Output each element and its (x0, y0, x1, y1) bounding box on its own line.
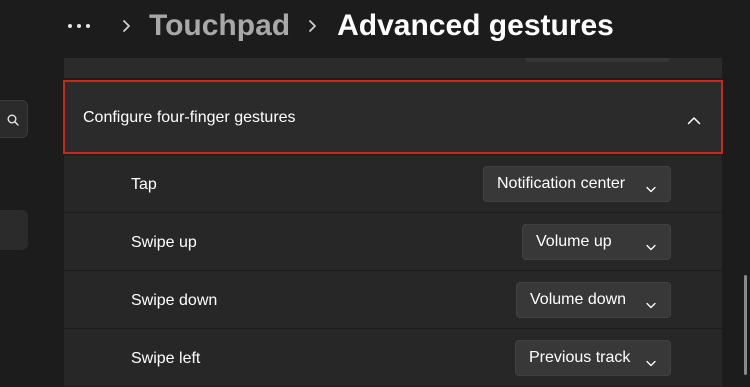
scrollbar-thumb[interactable] (744, 275, 747, 375)
gesture-row-swipe-up: Swipe up Volume up (64, 213, 722, 270)
more-horizontal-icon[interactable] (64, 20, 94, 32)
breadcrumb-touchpad-link[interactable]: Touchpad (149, 9, 290, 43)
dropdown-value: Previous track (529, 349, 631, 366)
dropdown-value: Volume down (530, 291, 627, 308)
chevron-right-icon (122, 19, 131, 33)
dropdown-value: Notification center (497, 175, 626, 192)
chevron-up-icon[interactable] (687, 112, 701, 130)
search-icon (7, 114, 19, 126)
swipe-down-action-dropdown[interactable]: Volume down (516, 282, 671, 318)
dropdown-value: Volume up (536, 233, 612, 250)
sidebar-search-button[interactable] (0, 100, 28, 138)
gesture-row-swipe-down: Swipe down Volume down (64, 271, 722, 328)
previous-card-control[interactable] (525, 58, 670, 62)
breadcrumb: Touchpad Advanced gestures (64, 0, 614, 52)
four-finger-gestures-expander[interactable]: Configure four-finger gestures (63, 80, 723, 154)
swipe-left-action-dropdown[interactable]: Previous track (515, 340, 671, 376)
gesture-label: Tap (131, 176, 157, 193)
chevron-down-icon (646, 180, 656, 198)
expander-title: Configure four-finger gestures (83, 109, 296, 126)
gesture-label: Swipe left (131, 350, 201, 367)
gesture-label: Swipe up (131, 234, 197, 251)
gesture-label: Swipe down (131, 292, 218, 309)
tap-action-dropdown[interactable]: Notification center (483, 166, 671, 202)
chevron-down-icon (646, 296, 656, 314)
chevron-down-icon (646, 238, 656, 256)
gesture-settings-list: Tap Notification center Swipe up Volume … (64, 155, 722, 387)
chevron-right-icon (308, 19, 317, 33)
sidebar-nav-item[interactable] (0, 210, 28, 250)
page-title: Advanced gestures (337, 9, 614, 42)
gesture-row-swipe-left: Swipe left Previous track (64, 329, 722, 386)
swipe-up-action-dropdown[interactable]: Volume up (522, 224, 671, 260)
chevron-down-icon (646, 354, 656, 372)
gesture-row-tap: Tap Notification center (64, 155, 722, 212)
